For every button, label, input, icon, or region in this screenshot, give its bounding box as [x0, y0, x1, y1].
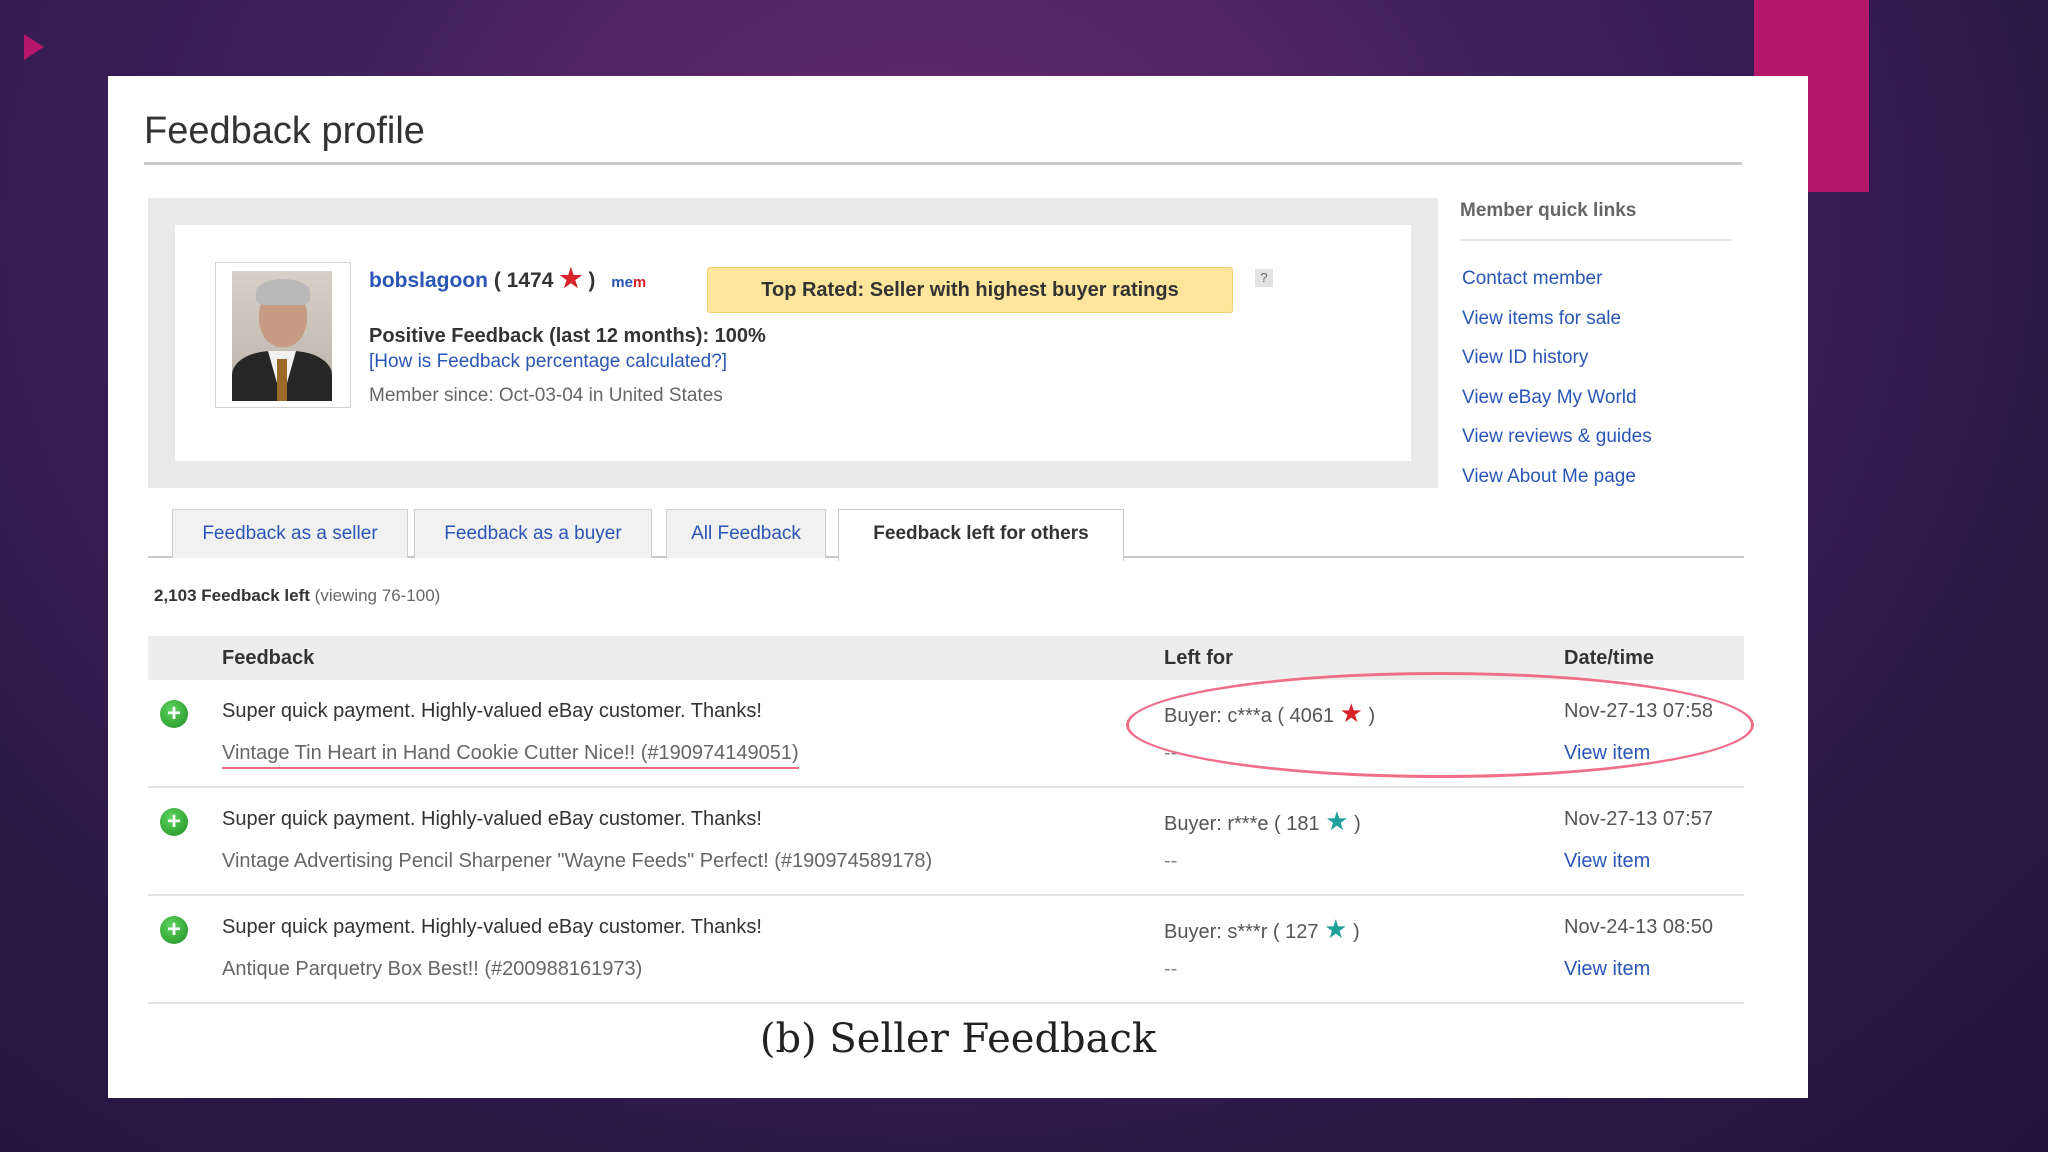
- figure-caption: (b) Seller Feedback: [759, 1016, 1157, 1062]
- quick-link-items-for-sale[interactable]: View items for sale: [1462, 308, 1621, 330]
- member-photo-frame: [215, 262, 351, 408]
- tab-feedback-as-buyer[interactable]: Feedback as a buyer: [414, 509, 652, 558]
- quick-link-reviews-guides[interactable]: View reviews & guides: [1462, 426, 1652, 448]
- teal-star-icon: ★: [1324, 914, 1348, 944]
- quick-links-title: Member quick links: [1460, 200, 1637, 221]
- tab-all-feedback[interactable]: All Feedback: [666, 509, 826, 558]
- feedback-item: Antique Parquetry Box Best!! (#200988161…: [222, 958, 643, 980]
- buyer-info: Buyer: s***r ( 127 ★ ): [1164, 914, 1360, 945]
- feedback-date: Nov-24-13 08:50: [1564, 916, 1713, 938]
- red-star-icon: ★: [559, 263, 583, 293]
- quick-links-divider: [1460, 239, 1732, 241]
- column-header-date: Date/time: [1564, 647, 1655, 669]
- profile-card: bobslagoon ( 1474 ★ ) mem Top Rated: Sel…: [175, 225, 1411, 461]
- member-photo: [232, 271, 332, 401]
- quick-link-id-history[interactable]: View ID history: [1462, 347, 1588, 369]
- quick-link-contact-member[interactable]: Contact member: [1462, 268, 1602, 290]
- positive-feedback: Positive Feedback (last 12 months): 100%: [369, 325, 766, 347]
- feedback-count: 2,103 Feedback left (viewing 76-100): [154, 586, 440, 606]
- member-since: Member since: Oct-03-04 in United States: [369, 385, 723, 406]
- column-header-feedback: Feedback: [222, 647, 315, 669]
- feedback-item: Vintage Tin Heart in Hand Cookie Cutter …: [222, 742, 799, 769]
- reply-placeholder: --: [1164, 958, 1178, 980]
- help-icon[interactable]: ?: [1255, 269, 1273, 287]
- slide-bullet-arrow: [24, 34, 44, 60]
- feedback-count-total: 2,103 Feedback left: [154, 586, 310, 605]
- feedback-count-range: (viewing 76-100): [314, 586, 441, 605]
- positive-feedback-icon: +: [160, 700, 188, 728]
- highlight-oval: [1126, 672, 1754, 778]
- feedback-score: ( 1474: [493, 269, 554, 292]
- feedback-calc-link[interactable]: [How is Feedback percentage calculated?]: [369, 351, 727, 373]
- view-item-link[interactable]: View item: [1564, 958, 1650, 981]
- table-row: + Super quick payment. Highly-valued eBa…: [148, 788, 1744, 896]
- buyer-info: Buyer: r***e ( 181 ★ ): [1164, 806, 1361, 837]
- feedback-score-close: ): [588, 269, 596, 292]
- feedback-item: Vintage Advertising Pencil Sharpener "Wa…: [222, 850, 933, 872]
- me-badge-icon[interactable]: mem: [611, 274, 646, 291]
- view-item-link[interactable]: View item: [1564, 850, 1650, 873]
- table-row: + Super quick payment. Highly-valued eBa…: [148, 896, 1744, 1004]
- feedback-comment: Super quick payment. Highly-valued eBay …: [222, 808, 762, 830]
- screenshot-card: Feedback profile bobslagoon ( 1474 ★ ) m…: [108, 76, 1808, 1098]
- member-header: bobslagoon ( 1474 ★ ) mem: [369, 263, 646, 294]
- feedback-comment: Super quick payment. Highly-valued eBay …: [222, 700, 762, 722]
- buyer-score-close: ): [1354, 813, 1361, 835]
- reply-placeholder: --: [1164, 850, 1178, 872]
- teal-star-icon: ★: [1325, 806, 1349, 836]
- quick-link-about-me[interactable]: View About Me page: [1462, 466, 1636, 488]
- tab-feedback-as-seller[interactable]: Feedback as a seller: [172, 509, 408, 558]
- page-title: Feedback profile: [144, 110, 425, 152]
- feedback-date: Nov-27-13 07:57: [1564, 808, 1713, 830]
- title-divider: [144, 162, 1742, 165]
- buyer-score-close: ): [1352, 921, 1360, 943]
- buyer-name[interactable]: Buyer: r***e ( 181: [1164, 813, 1320, 835]
- top-rated-badge: Top Rated: Seller with highest buyer rat…: [707, 267, 1233, 313]
- username-link[interactable]: bobslagoon: [369, 269, 488, 292]
- buyer-name[interactable]: Buyer: s***r ( 127: [1164, 921, 1319, 943]
- profile-box: bobslagoon ( 1474 ★ ) mem Top Rated: Sel…: [148, 198, 1438, 488]
- positive-feedback-icon: +: [160, 808, 188, 836]
- column-header-left-for: Left for: [1164, 647, 1233, 669]
- quick-link-my-world[interactable]: View eBay My World: [1462, 387, 1637, 409]
- tab-feedback-left-for-others[interactable]: Feedback left for others: [838, 509, 1124, 561]
- feedback-comment: Super quick payment. Highly-valued eBay …: [222, 916, 762, 938]
- positive-feedback-icon: +: [160, 916, 188, 944]
